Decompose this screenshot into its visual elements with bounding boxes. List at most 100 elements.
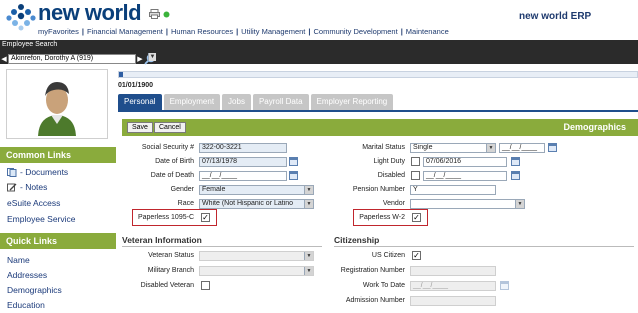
dob-label: Date of Birth bbox=[155, 158, 194, 165]
nav-separator: | bbox=[308, 27, 311, 36]
disabled-date[interactable]: __/__/____ bbox=[423, 171, 507, 181]
marital-status-date[interactable]: __/__/____ bbox=[499, 143, 545, 153]
work-to-date-field[interactable]: __/__/____ bbox=[410, 281, 496, 291]
admission-number-label: Admission Number bbox=[345, 297, 405, 304]
top-navigation: myFavorites | Financial Management | Human R… bbox=[38, 27, 449, 36]
dob-field[interactable]: 07/13/1978 bbox=[199, 157, 287, 167]
dod-label: Date of Death bbox=[150, 172, 194, 179]
paperless-w2-label: Paperless W-2 bbox=[359, 214, 405, 221]
calendar-icon[interactable] bbox=[500, 281, 509, 290]
dropdown-arrow-icon: ▼ bbox=[304, 252, 313, 260]
military-branch-label: Military Branch bbox=[147, 267, 194, 274]
calendar-icon[interactable] bbox=[511, 171, 520, 180]
dropdown-arrow-icon: ▼ bbox=[148, 53, 156, 61]
dropdown-arrow-icon: ▼ bbox=[304, 186, 313, 194]
nav-myfavorites[interactable]: myFavorites bbox=[38, 27, 79, 36]
quick-links-header: Quick Links bbox=[0, 233, 116, 249]
vendor-select[interactable]: ▼ bbox=[410, 199, 525, 209]
paperless-1095c-checkbox[interactable]: ✓ bbox=[201, 213, 210, 222]
documents-icon bbox=[7, 168, 17, 177]
nav-community-development[interactable]: Community Development bbox=[313, 27, 397, 36]
veteran-status-label: Veteran Status bbox=[148, 252, 194, 259]
calendar-icon[interactable] bbox=[289, 157, 298, 166]
tab-underline bbox=[118, 110, 638, 112]
us-citizen-label: US Citizen bbox=[371, 252, 405, 259]
employee-selected-value: Akinrefon, Dorothy A (919) bbox=[11, 55, 94, 62]
race-label: Race bbox=[177, 200, 194, 207]
nav-maintenance[interactable]: Maintenance bbox=[406, 27, 449, 36]
race-select[interactable]: White (Not Hispanic or Latino ▼ bbox=[199, 199, 314, 209]
link-notes[interactable]: - Notes bbox=[0, 180, 47, 195]
paperless-w2-checkbox[interactable]: ✓ bbox=[412, 213, 421, 222]
section-title-demographics: Demographics bbox=[563, 122, 626, 132]
dod-field[interactable]: __/__/____ bbox=[199, 171, 287, 181]
dropdown-arrow-icon: ▼ bbox=[304, 267, 313, 275]
demographics-toolbar: Save Cancel Demographics bbox=[122, 119, 638, 136]
registration-number-field[interactable] bbox=[410, 266, 496, 276]
veteran-divider bbox=[122, 246, 322, 247]
gender-select[interactable]: Female ▼ bbox=[199, 185, 314, 195]
military-branch-select[interactable]: ▼ bbox=[199, 266, 314, 276]
quick-link-name[interactable]: Name bbox=[0, 253, 30, 268]
previous-employee-button[interactable]: ◀ bbox=[0, 54, 8, 64]
disabled-checkbox[interactable] bbox=[411, 171, 420, 180]
common-links-header: Common Links bbox=[0, 147, 116, 163]
gender-label: Gender bbox=[170, 186, 194, 193]
effective-date-slider-handle[interactable] bbox=[119, 72, 123, 77]
gender-value: Female bbox=[202, 186, 226, 193]
logo-dots-icon bbox=[6, 4, 36, 31]
citizenship-divider bbox=[334, 246, 634, 247]
nav-separator: | bbox=[400, 27, 403, 36]
app-window: new world new world ERP myFavorites | Fina… bbox=[0, 0, 638, 313]
tab-jobs[interactable]: Jobs bbox=[222, 94, 251, 110]
tab-employer-reporting[interactable]: Employer Reporting bbox=[310, 94, 394, 110]
tab-employment[interactable]: Employment bbox=[163, 94, 221, 110]
tab-payroll-data[interactable]: Payroll Data bbox=[252, 94, 309, 110]
dropdown-arrow-icon: ▼ bbox=[304, 200, 313, 208]
pension-number-field[interactable]: Y bbox=[410, 185, 496, 195]
citizenship-heading: Citizenship bbox=[334, 235, 380, 245]
link-employee-service[interactable]: Employee Service bbox=[0, 212, 76, 227]
dropdown-arrow-icon: ▼ bbox=[486, 144, 495, 152]
calendar-icon[interactable] bbox=[548, 143, 557, 152]
printer-icon[interactable] bbox=[149, 9, 160, 19]
calendar-icon[interactable] bbox=[289, 171, 298, 180]
disabled-veteran-label: Disabled Veteran bbox=[140, 282, 194, 289]
nav-separator: | bbox=[236, 27, 239, 36]
link-esuite-access[interactable]: eSuite Access bbox=[0, 196, 60, 211]
calendar-icon[interactable] bbox=[511, 157, 520, 166]
status-dot-icon bbox=[163, 11, 170, 17]
next-employee-button[interactable]: ▶ bbox=[136, 54, 144, 64]
user-avatar-icon bbox=[38, 82, 76, 136]
pension-number-label: Pension Number bbox=[352, 186, 405, 193]
brand-logo-text: new world bbox=[38, 0, 142, 25]
save-button[interactable]: Save bbox=[127, 122, 153, 133]
checkmark-icon: ✓ bbox=[413, 213, 420, 222]
quick-link-demographics[interactable]: Demographics bbox=[0, 283, 62, 298]
admission-number-field[interactable] bbox=[410, 296, 496, 306]
race-value: White (Not Hispanic or Latino bbox=[202, 200, 294, 207]
tab-personal[interactable]: Personal bbox=[118, 94, 162, 110]
quick-link-education[interactable]: Education bbox=[0, 298, 45, 313]
dropdown-arrow-icon: ▼ bbox=[515, 200, 524, 208]
light-duty-label: Light Duty bbox=[373, 158, 405, 165]
notes-icon bbox=[7, 183, 17, 192]
veteran-status-select[interactable]: ▼ bbox=[199, 251, 314, 261]
nav-financial-management[interactable]: Financial Management bbox=[87, 27, 163, 36]
nav-human-resources[interactable]: Human Resources bbox=[171, 27, 233, 36]
avatar bbox=[6, 69, 108, 139]
effective-date-slider[interactable] bbox=[118, 71, 638, 78]
ssn-field[interactable]: 322-00-3221 bbox=[199, 143, 287, 153]
light-duty-checkbox[interactable] bbox=[411, 157, 420, 166]
nav-separator: | bbox=[165, 27, 168, 36]
us-citizen-checkbox[interactable]: ✓ bbox=[412, 251, 421, 260]
employee-dropdown[interactable]: Akinrefon, Dorothy A (919) ▼ bbox=[8, 53, 156, 64]
light-duty-date[interactable]: 07/06/2016 bbox=[423, 157, 507, 167]
nav-utility-management[interactable]: Utility Management bbox=[241, 27, 305, 36]
link-documents[interactable]: - Documents bbox=[0, 165, 68, 180]
marital-status-select[interactable]: Single ▼ bbox=[410, 143, 496, 153]
quick-link-addresses[interactable]: Addresses bbox=[0, 268, 47, 283]
cancel-button[interactable]: Cancel bbox=[154, 122, 186, 133]
marital-status-value: Single bbox=[413, 144, 433, 151]
disabled-veteran-checkbox[interactable] bbox=[201, 281, 210, 290]
